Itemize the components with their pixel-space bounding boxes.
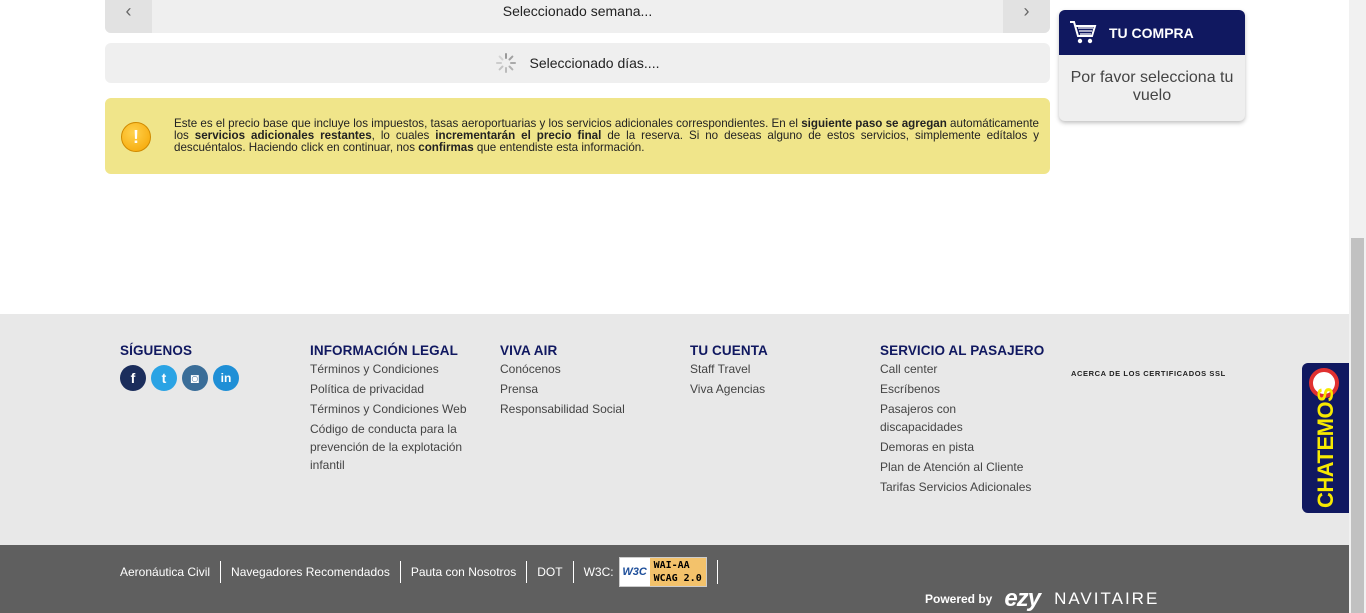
footer-link[interactable]: Conócenos	[500, 360, 660, 378]
w3c-logo: W3C	[619, 558, 650, 586]
footer-service: SERVICIO AL PASAJERO Call center Escríbe…	[880, 343, 1045, 498]
facebook-icon[interactable]: f	[120, 365, 146, 391]
purchase-summary-message: Por favor selecciona tu vuelo	[1070, 69, 1234, 104]
footer-service-title: SERVICIO AL PASAJERO	[880, 343, 1045, 358]
powered-by-label: Powered by	[925, 592, 993, 606]
cart-icon	[1070, 20, 1097, 43]
footer-account-title: TU CUENTA	[690, 343, 768, 358]
footer-link[interactable]: Código de conducta para la prevención de…	[310, 420, 485, 474]
warning-icon: !	[121, 122, 151, 152]
chat-label: CHATEMOS	[1313, 387, 1338, 508]
footer-link[interactable]: Staff Travel	[690, 360, 850, 378]
scrollbar-thumb[interactable]	[1351, 238, 1364, 613]
footer-link[interactable]: Escríbenos	[880, 380, 1045, 398]
days-selector: Seleccionado días....	[105, 43, 1050, 83]
navitaire-logo: NAVITAIRE	[1054, 589, 1160, 608]
footer-legal-title: INFORMACIÓN LEGAL	[310, 343, 458, 358]
footer-link[interactable]: Términos y Condiciones Web	[310, 400, 485, 418]
bottom-links: Aeronáutica Civil Navegadores Recomendad…	[120, 557, 718, 587]
instagram-icon[interactable]: ◙	[182, 365, 208, 391]
footer-legal: INFORMACIÓN LEGAL Términos y Condiciones…	[310, 343, 485, 476]
week-selector-label: Seleccionado semana...	[502, 3, 653, 19]
chevron-right-icon[interactable]: ›	[1003, 0, 1050, 33]
footer-link[interactable]: Responsabilidad Social	[500, 400, 660, 418]
footer-vivaair: VIVA AIR Conócenos Prensa Responsabilida…	[500, 343, 660, 420]
chat-button[interactable]: CHATEMOS	[1302, 363, 1349, 513]
w3c-label: W3C:	[583, 565, 614, 579]
twitter-icon[interactable]: t	[151, 365, 177, 391]
linkedin-icon[interactable]: in	[213, 365, 239, 391]
ssl-certificates-link[interactable]: ACERCA DE LOS CERTIFICADOS SSL	[1071, 369, 1226, 378]
bottom-link[interactable]: Pauta con Nosotros	[401, 561, 528, 583]
footer-account: TU CUENTA Staff Travel Viva Agencias	[690, 343, 850, 400]
footer-link[interactable]: Viva Agencias	[690, 380, 850, 398]
footer-link[interactable]: Política de privacidad	[310, 380, 485, 398]
footer: SÍGUENOS f t ◙ in INFORMACIÓN LEGAL Térm…	[0, 314, 1349, 545]
bottom-link[interactable]: DOT	[527, 561, 574, 583]
ezy-logo: ezy	[1004, 585, 1041, 612]
wcag-badge-text: WAI-AA WCAG 2.0	[649, 558, 706, 586]
week-selector: ‹ Seleccionado semana... ›	[105, 0, 1050, 33]
bottom-link[interactable]: Navegadores Recomendados	[221, 561, 401, 583]
w3c-wcag-badge[interactable]: W3C WAI-AA WCAG 2.0	[618, 557, 707, 587]
footer-follow: SÍGUENOS f t ◙ in	[120, 343, 239, 391]
footer-link[interactable]: Tarifas Servicios Adicionales	[880, 478, 1045, 496]
bottom-link[interactable]: Aeronáutica Civil	[120, 561, 222, 583]
price-notice: ! Este es el precio base que incluye los…	[105, 98, 1050, 174]
page-scrollbar[interactable]	[1349, 0, 1366, 613]
footer-link[interactable]: Pasajeros con discapacidades	[880, 400, 990, 436]
notice-text: Este es el precio base que incluye los i…	[174, 117, 1040, 154]
footer-vivaair-title: VIVA AIR	[500, 343, 558, 358]
booking-page: ‹ Seleccionado semana... › Seleccionado …	[0, 0, 1366, 613]
footer-link[interactable]: Prensa	[500, 380, 660, 398]
footer-link[interactable]: Plan de Atención al Cliente	[880, 458, 1045, 476]
footer-link[interactable]: Términos y Condiciones	[310, 360, 485, 378]
loading-spinner-icon	[495, 53, 516, 73]
purchase-summary-title: TU COMPRA	[1109, 24, 1194, 41]
divider	[716, 560, 718, 584]
footer-follow-title: SÍGUENOS	[120, 343, 193, 358]
bottom-bar: Aeronáutica Civil Navegadores Recomendad…	[0, 545, 1349, 613]
footer-link[interactable]: Call center	[880, 360, 1045, 378]
footer-link[interactable]: Demoras en pista	[880, 438, 1045, 456]
purchase-summary: TU COMPRA Por favor selecciona tu vuelo	[1059, 10, 1245, 121]
days-selector-label: Seleccionado días....	[529, 55, 660, 71]
purchase-summary-header: TU COMPRA	[1059, 10, 1245, 55]
powered-by: Powered by ezy NAVITAIRE	[925, 585, 1159, 613]
